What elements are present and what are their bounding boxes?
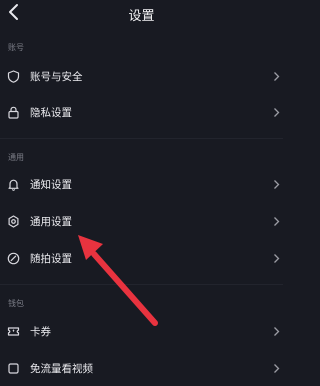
settings-row-notifications[interactable]: 通知设置 [0, 166, 283, 202]
settings-row-account-security[interactable]: 账号与安全 [0, 58, 283, 94]
settings-row-privacy[interactable]: 隐私设置 [0, 94, 283, 130]
snap-icon [7, 252, 20, 265]
chevron-right-icon [274, 217, 280, 226]
lock-icon [8, 106, 19, 119]
chevron-right-icon [274, 364, 280, 373]
ticket-icon [7, 327, 20, 336]
chevron-right-icon [274, 327, 280, 336]
settings-row-label: 卡券 [30, 326, 51, 338]
section-divider [0, 284, 283, 285]
section-label-wallet: 钱包 [8, 299, 24, 308]
shield-icon [7, 70, 20, 83]
data-icon [8, 363, 19, 374]
section-divider [0, 138, 283, 139]
chevron-right-icon [274, 180, 280, 189]
settings-row-free-data[interactable]: 免流量看视频 [0, 350, 283, 386]
settings-row-label: 免流量看视频 [30, 363, 93, 375]
page-title: 设置 [128, 9, 155, 24]
settings-row-label: 随拍设置 [30, 253, 72, 265]
chevron-right-icon [274, 254, 280, 263]
gear-icon [8, 215, 19, 228]
section-label-account: 账号 [8, 43, 24, 52]
settings-row-label: 隐私设置 [30, 107, 72, 119]
chevron-right-icon [274, 108, 280, 117]
section-label-general: 通用 [8, 153, 24, 162]
chevron-right-icon [274, 72, 280, 81]
settings-row-coupons[interactable]: 卡券 [0, 313, 283, 349]
bell-icon [8, 179, 19, 191]
settings-row-label: 通用设置 [30, 216, 72, 228]
settings-row-snap[interactable]: 随拍设置 [0, 240, 283, 276]
settings-row-label: 账号与安全 [30, 71, 83, 83]
settings-row-label: 通知设置 [30, 179, 72, 191]
top-bar: 设置 [0, 0, 283, 28]
settings-row-general[interactable]: 通用设置 [0, 203, 283, 239]
